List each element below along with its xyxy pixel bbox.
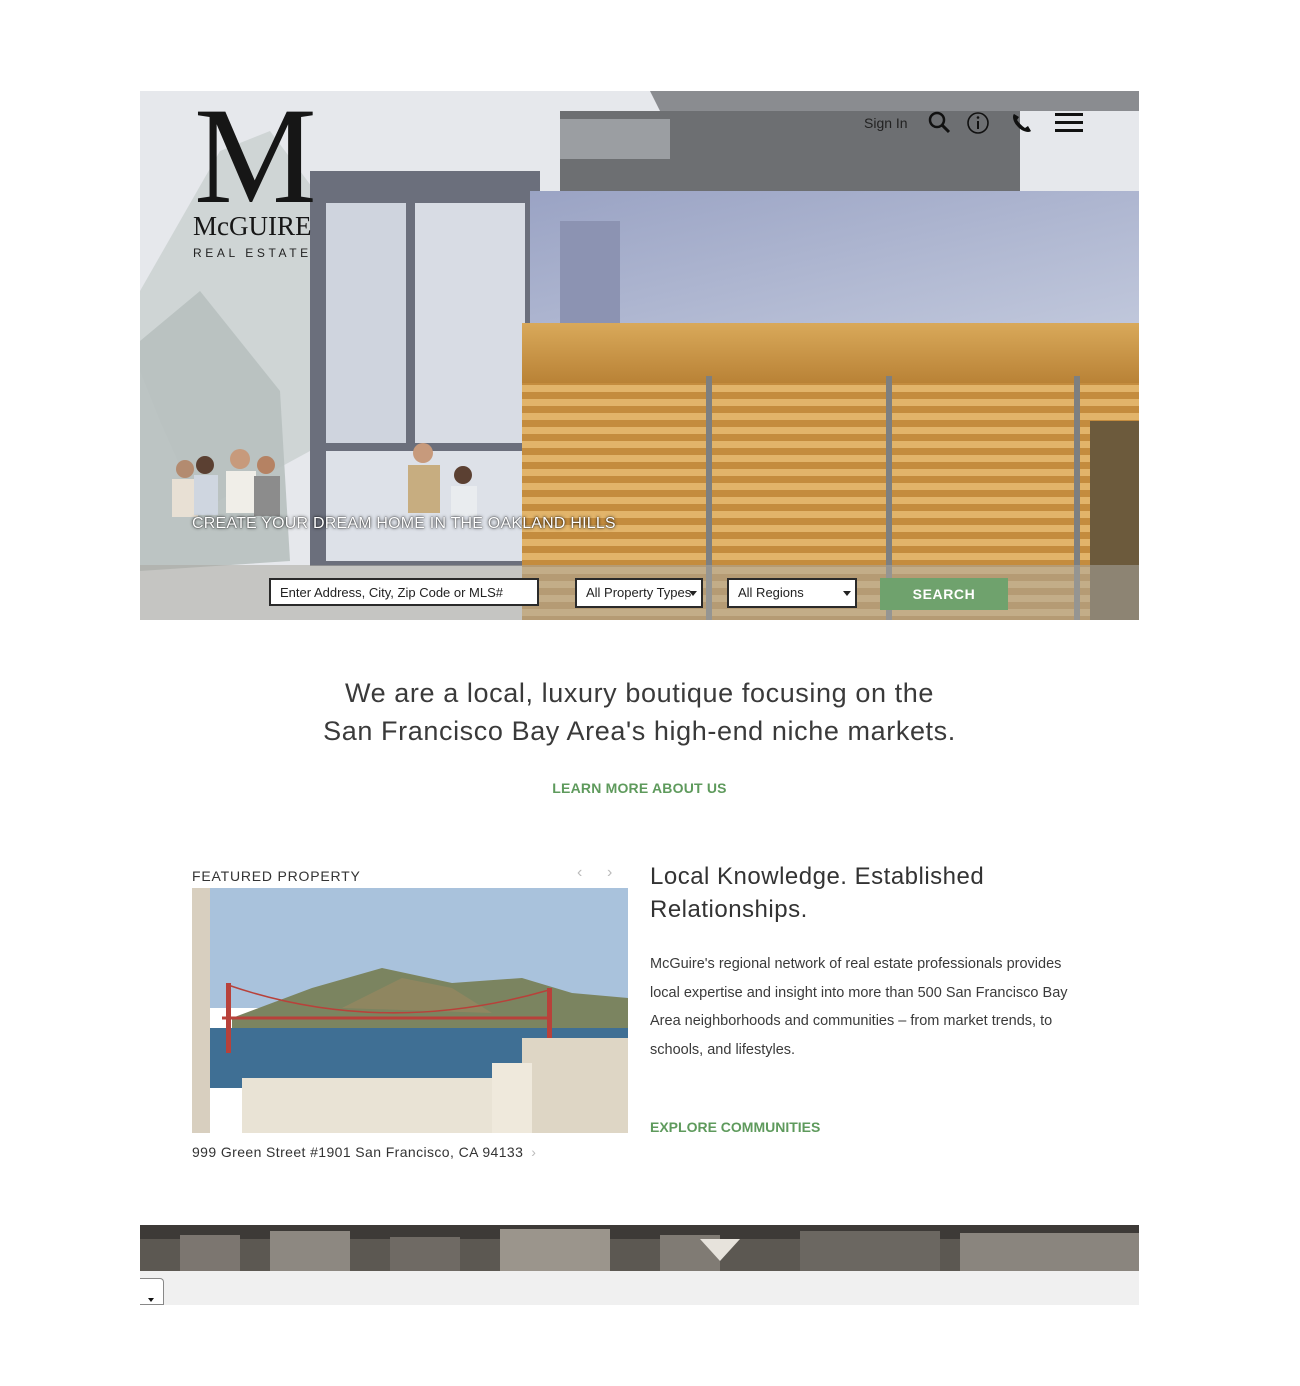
knowledge-heading-line-2: Relationships. [650, 896, 808, 923]
hero-tagline: CREATE YOUR DREAM HOME IN THE OAKLAND HI… [192, 515, 616, 532]
sign-in-link[interactable]: Sign In [864, 115, 908, 131]
chevron-down-icon [148, 1298, 154, 1302]
featured-property-address[interactable]: 999 Green Street #1901 San Francisco, CA… [192, 1144, 536, 1160]
logo-subtitle: REAL ESTATE [193, 246, 312, 260]
property-type-select[interactable]: All Property Types [575, 578, 703, 608]
knowledge-heading: Local Knowledge. Established Relationshi… [650, 860, 1070, 926]
carousel-next-arrow[interactable]: › [607, 864, 612, 882]
explore-communities-link[interactable]: EXPLORE COMMUNITIES [650, 1119, 820, 1135]
search-input[interactable] [269, 578, 539, 606]
property-search-bar: All Property Types All Regions SEARCH [140, 565, 1139, 620]
logo-monogram: M [194, 91, 317, 232]
chevron-right-icon: › [531, 1144, 537, 1160]
mcguire-logo[interactable]: M McGUIRE REAL ESTATE [192, 91, 322, 260]
golden-gate-view-image [192, 888, 628, 1133]
knowledge-heading-line-1: Local Knowledge. Established [650, 863, 985, 890]
featured-property-photo[interactable] [192, 888, 628, 1133]
footer-dropdown[interactable] [140, 1278, 164, 1305]
top-nav: Sign In [839, 107, 1139, 137]
intro-statement: We are a local, luxury boutique focusing… [140, 674, 1139, 750]
featured-property-label: FEATURED PROPERTY [192, 868, 361, 884]
region-select[interactable]: All Regions [727, 578, 857, 608]
search-icon[interactable] [927, 110, 953, 136]
chevron-down-icon [689, 591, 697, 596]
property-type-value: All Property Types [586, 585, 692, 600]
hero-banner: M McGUIRE REAL ESTATE Sign In CREATE YOU… [140, 91, 1139, 620]
bottom-banner-image [140, 1225, 1139, 1271]
logo-wordmark: McGUIRE [193, 211, 312, 241]
knowledge-body: McGuire's regional network of real estat… [650, 956, 1068, 1058]
crowd-photo-image [140, 1225, 1139, 1271]
search-button[interactable]: SEARCH [880, 578, 1008, 610]
footer-gray-band [140, 1271, 1139, 1305]
intro-line-1: We are a local, luxury boutique focusing… [344, 678, 935, 708]
learn-more-link[interactable]: LEARN MORE ABOUT US [140, 780, 1139, 796]
menu-icon[interactable] [1054, 110, 1084, 136]
region-value: All Regions [738, 585, 804, 600]
phone-icon[interactable] [1009, 110, 1035, 136]
info-icon[interactable] [965, 110, 991, 136]
address-text: 999 Green Street #1901 San Francisco, CA… [192, 1144, 524, 1160]
intro-line-2: San Francisco Bay Area's high-end niche … [323, 716, 956, 746]
chevron-down-icon [843, 591, 851, 596]
carousel-prev-arrow[interactable]: ‹ [577, 864, 582, 882]
